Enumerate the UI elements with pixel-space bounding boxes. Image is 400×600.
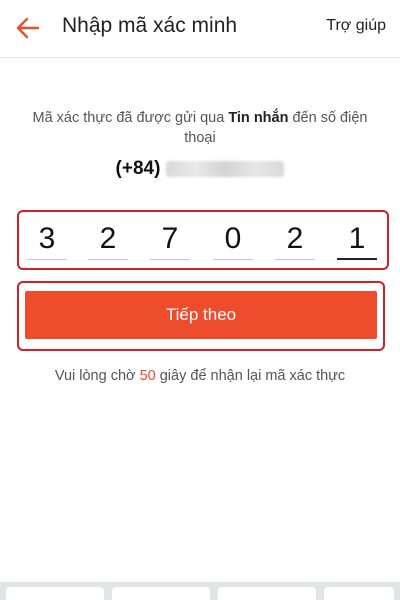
keyboard-edge <box>0 582 400 600</box>
verification-info: Mã xác thực đã được gửi qua Tin nhắn đến… <box>20 108 380 148</box>
keyboard-key[interactable] <box>218 587 316 600</box>
otp-digit-3[interactable]: 7 <box>150 220 190 260</box>
back-button[interactable] <box>10 10 46 46</box>
next-button[interactable]: Tiếp theo <box>25 291 377 339</box>
otp-digit-6[interactable]: 1 <box>337 220 377 260</box>
info-channel: Tin nhắn <box>228 110 289 126</box>
keyboard-key[interactable] <box>324 587 394 600</box>
otp-digit-4[interactable]: 0 <box>213 220 253 260</box>
help-link[interactable]: Trợ giúp <box>326 17 386 35</box>
phone-prefix: (+84) <box>115 158 161 179</box>
phone-number-blurred <box>166 161 285 177</box>
keyboard-key[interactable] <box>112 587 210 600</box>
resend-text-after: giây để nhận lại mã xác thực <box>155 368 346 384</box>
resend-seconds: 50 <box>139 368 156 384</box>
phone-number: (+84) <box>0 158 400 180</box>
otp-digit-2[interactable]: 2 <box>88 220 128 260</box>
resend-text-before: Vui lòng chờ <box>54 368 140 384</box>
page-title: Nhập mã xác minh <box>62 14 238 37</box>
app-header: Nhập mã xác minh Trợ giúp <box>0 0 400 58</box>
arrow-left-icon <box>16 17 40 39</box>
otp-digit-1[interactable]: 3 <box>27 220 67 260</box>
otp-digit-5[interactable]: 2 <box>275 220 315 260</box>
next-button-highlight: Tiếp theo <box>17 281 385 351</box>
info-text-before: Mã xác thực đã được gửi qua <box>32 110 229 126</box>
otp-input-group: 3 2 7 0 2 1 <box>17 210 389 270</box>
resend-countdown: Vui lòng chờ 50 giây để nhận lại mã xác … <box>0 368 400 384</box>
keyboard-key[interactable] <box>6 587 104 600</box>
